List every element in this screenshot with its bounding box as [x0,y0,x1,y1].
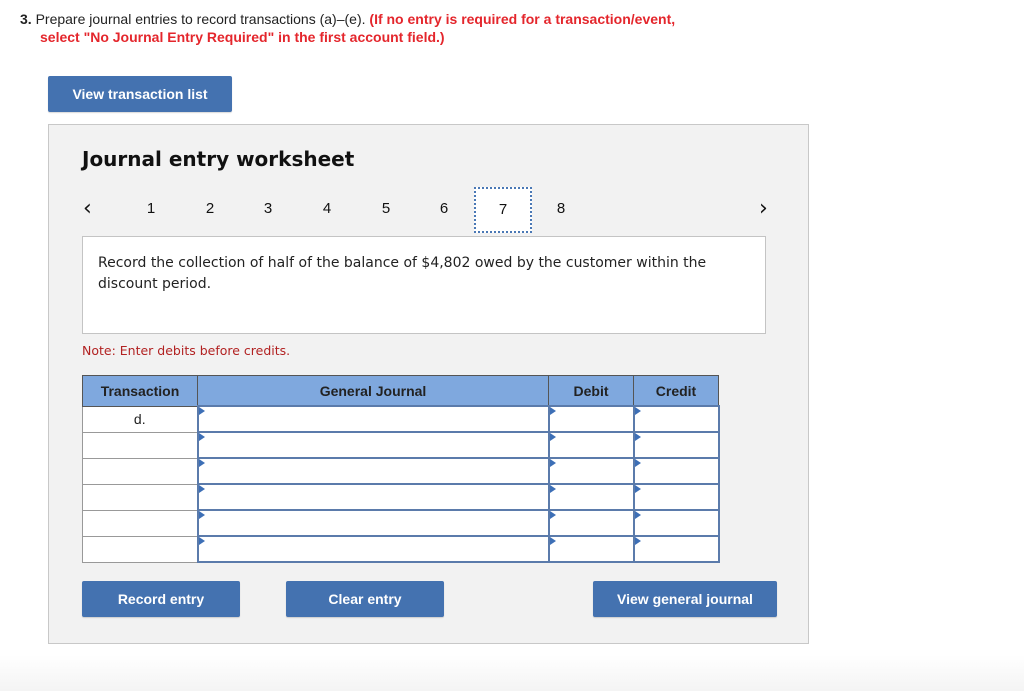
transaction-label: d. [82,405,198,433]
account-select-cell [196,431,550,459]
dropdown-marker-icon [198,433,205,441]
journal-row: d. [82,405,720,433]
question-instruction-1: (If no entry is required for a transacti… [369,11,676,27]
account-select-cell [196,509,550,537]
debit-input-cell [547,457,635,485]
account-select-cell [196,483,550,511]
record-entry-button[interactable]: Record entry [82,581,240,617]
credit-input[interactable] [634,537,718,561]
debit-input[interactable] [549,537,633,561]
debits-note: Note: Enter debits before credits. [82,343,291,358]
view-general-journal-button[interactable]: View general journal [593,581,777,617]
question-text: Prepare journal entries to record transa… [35,11,366,27]
question-instruction-2: select "No Journal Entry Required" in th… [40,29,445,45]
dropdown-marker-icon [198,511,205,519]
account-select[interactable] [198,485,548,509]
dropdown-marker-icon [634,537,641,545]
journal-row [82,457,720,485]
journal-row [82,509,720,537]
debit-input[interactable] [549,485,633,509]
credit-input-cell [632,405,720,433]
worksheet-title: Journal entry worksheet [82,147,355,171]
dropdown-marker-icon [549,485,556,493]
credit-input-cell [632,483,720,511]
dropdown-marker-icon [198,485,205,493]
credit-input[interactable] [634,407,718,431]
dropdown-marker-icon [549,511,556,519]
dropdown-marker-icon [198,407,205,415]
transaction-label [82,431,198,459]
debit-input[interactable] [549,511,633,535]
chevron-right-icon[interactable]: › [759,197,768,221]
page-8[interactable]: 8 [551,200,571,217]
transaction-label [82,457,198,485]
journal-row [82,431,720,459]
transaction-label [82,509,198,537]
dropdown-marker-icon [634,511,641,519]
dropdown-marker-icon [634,407,641,415]
page-7-active[interactable]: 7 [474,187,532,233]
header-transaction: Transaction [82,375,198,407]
question-prompt: 3. Prepare journal entries to record tra… [20,10,780,46]
debit-input-cell [547,509,635,537]
account-select-cell [196,457,550,485]
page-6[interactable]: 6 [434,200,454,217]
debit-input-cell [547,405,635,433]
debit-input-cell [547,431,635,459]
header-debit: Debit [548,375,634,407]
account-select-cell [196,405,550,433]
journal-row [82,483,720,511]
journal-entry-worksheet: Journal entry worksheet ‹ 1 2 3 4 5 6 7 … [48,124,809,644]
journal-row [82,535,720,563]
transaction-label [82,483,198,511]
dropdown-marker-icon [549,407,556,415]
credit-input-cell [632,457,720,485]
dropdown-marker-icon [634,459,641,467]
dropdown-marker-icon [634,485,641,493]
chevron-left-icon[interactable]: ‹ [83,197,92,221]
credit-input[interactable] [634,433,718,457]
worksheet-pager: ‹ 1 2 3 4 5 6 7 8 › [49,187,808,233]
dropdown-marker-icon [549,433,556,441]
transaction-description: Record the collection of half of the bal… [82,236,766,334]
account-select-cell [196,535,550,563]
dropdown-marker-icon [549,537,556,545]
journal-table: Transaction General Journal Debit Credit… [82,375,720,563]
header-general-journal: General Journal [197,375,549,407]
transaction-label [82,535,198,563]
credit-input[interactable] [634,485,718,509]
page-3[interactable]: 3 [258,200,278,217]
account-select[interactable] [198,537,548,561]
credit-input-cell [632,509,720,537]
credit-input-cell [632,431,720,459]
credit-input[interactable] [634,511,718,535]
debit-input-cell [547,483,635,511]
debit-input-cell [547,535,635,563]
debit-input[interactable] [549,407,633,431]
question-number: 3. [20,11,32,27]
account-select[interactable] [198,433,548,457]
credit-input[interactable] [634,459,718,483]
dropdown-marker-icon [549,459,556,467]
debit-input[interactable] [549,433,633,457]
account-select[interactable] [198,459,548,483]
journal-header-row: Transaction General Journal Debit Credit [82,375,719,407]
header-credit: Credit [633,375,719,407]
view-transaction-list-button[interactable]: View transaction list [48,76,232,112]
clear-entry-button[interactable]: Clear entry [286,581,444,617]
dropdown-marker-icon [198,459,205,467]
page-4[interactable]: 4 [317,200,337,217]
account-select[interactable] [198,407,548,431]
credit-input-cell [632,535,720,563]
debit-input[interactable] [549,459,633,483]
page-1[interactable]: 1 [141,200,161,217]
page-5[interactable]: 5 [376,200,396,217]
dropdown-marker-icon [634,433,641,441]
dropdown-marker-icon [198,537,205,545]
account-select[interactable] [198,511,548,535]
page-2[interactable]: 2 [200,200,220,217]
